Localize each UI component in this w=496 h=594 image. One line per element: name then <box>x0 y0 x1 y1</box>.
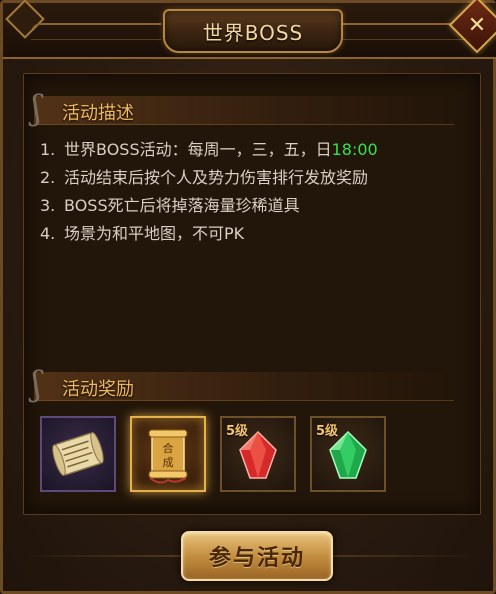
item-text: 活动结束后按个人及势力伤害排行发放奖励 <box>64 168 369 187</box>
scroll-ornament-icon: ʃ <box>32 88 42 128</box>
description-heading: 活动描述 <box>62 103 134 124</box>
close-x-icon[interactable]: ✕ <box>459 7 495 43</box>
description-item-3: 3. BOSS死亡后将掉落海量珍稀道具 <box>40 192 470 220</box>
gem-level-badge: 5级 <box>316 424 339 439</box>
close-button[interactable]: ✕ <box>448 0 496 54</box>
item-number: 3. <box>40 196 56 215</box>
item-text: 世界BOSS活动：每周一，三，五，日 <box>64 140 332 159</box>
reward-slot-2[interactable]: 合 成 <box>130 416 206 492</box>
content-frame: ʃ 活动描述 1. 世界BOSS活动：每周一，三，五，日18:00 2. 活动结束后… <box>23 73 481 515</box>
reward-slot-3[interactable]: 5级 <box>220 416 296 492</box>
description-section-header: ʃ 活动描述 <box>32 88 454 128</box>
synthesis-scroll-icon: 合 成 <box>148 429 188 484</box>
join-event-label: 参与活动 <box>208 546 305 571</box>
item-number: 4. <box>40 224 56 243</box>
item-number: 2. <box>40 168 56 187</box>
scroll-ornament-icon: ʃ <box>32 364 42 404</box>
world-boss-panel: 世界BOSS ✕ ʃ 活动描述 1. 世界BOSS活动：每周一，三，五，日18:0… <box>0 0 496 594</box>
reward-slot-4[interactable]: 5级 <box>310 416 386 492</box>
title-plate: 世界BOSS <box>163 9 343 53</box>
rewards-heading: 活动奖励 <box>62 379 134 400</box>
reward-list: 合 成 5级 5级 <box>40 416 470 496</box>
title-wing-left <box>31 23 161 40</box>
item-number: 1. <box>40 140 56 159</box>
reward-slot-1[interactable] <box>40 416 116 492</box>
description-item-1: 1. 世界BOSS活动：每周一，三，五，日18:00 <box>40 136 470 164</box>
rewards-section-header: ʃ 活动奖励 <box>32 364 454 404</box>
description-item-4: 4. 场景为和平地图，不可PK <box>40 220 470 248</box>
title-bar: 世界BOSS ✕ <box>3 0 496 59</box>
event-time: 18:00 <box>331 140 378 159</box>
join-event-button[interactable]: 参与活动 <box>181 531 333 581</box>
description-item-2: 2. 活动结束后按个人及势力伤害排行发放奖励 <box>40 164 470 192</box>
window-title: 世界BOSS <box>202 20 304 45</box>
description-list: 1. 世界BOSS活动：每周一，三，五，日18:00 2. 活动结束后按个人及势力伤… <box>40 136 470 248</box>
scroll-icon <box>52 432 104 476</box>
svg-text:合: 合 <box>163 441 174 455</box>
item-text: BOSS死亡后将掉落海量珍稀道具 <box>64 196 300 215</box>
item-text: 场景为和平地图，不可PK <box>64 224 245 243</box>
gem-level-badge: 5级 <box>226 424 249 439</box>
svg-text:成: 成 <box>163 456 174 469</box>
